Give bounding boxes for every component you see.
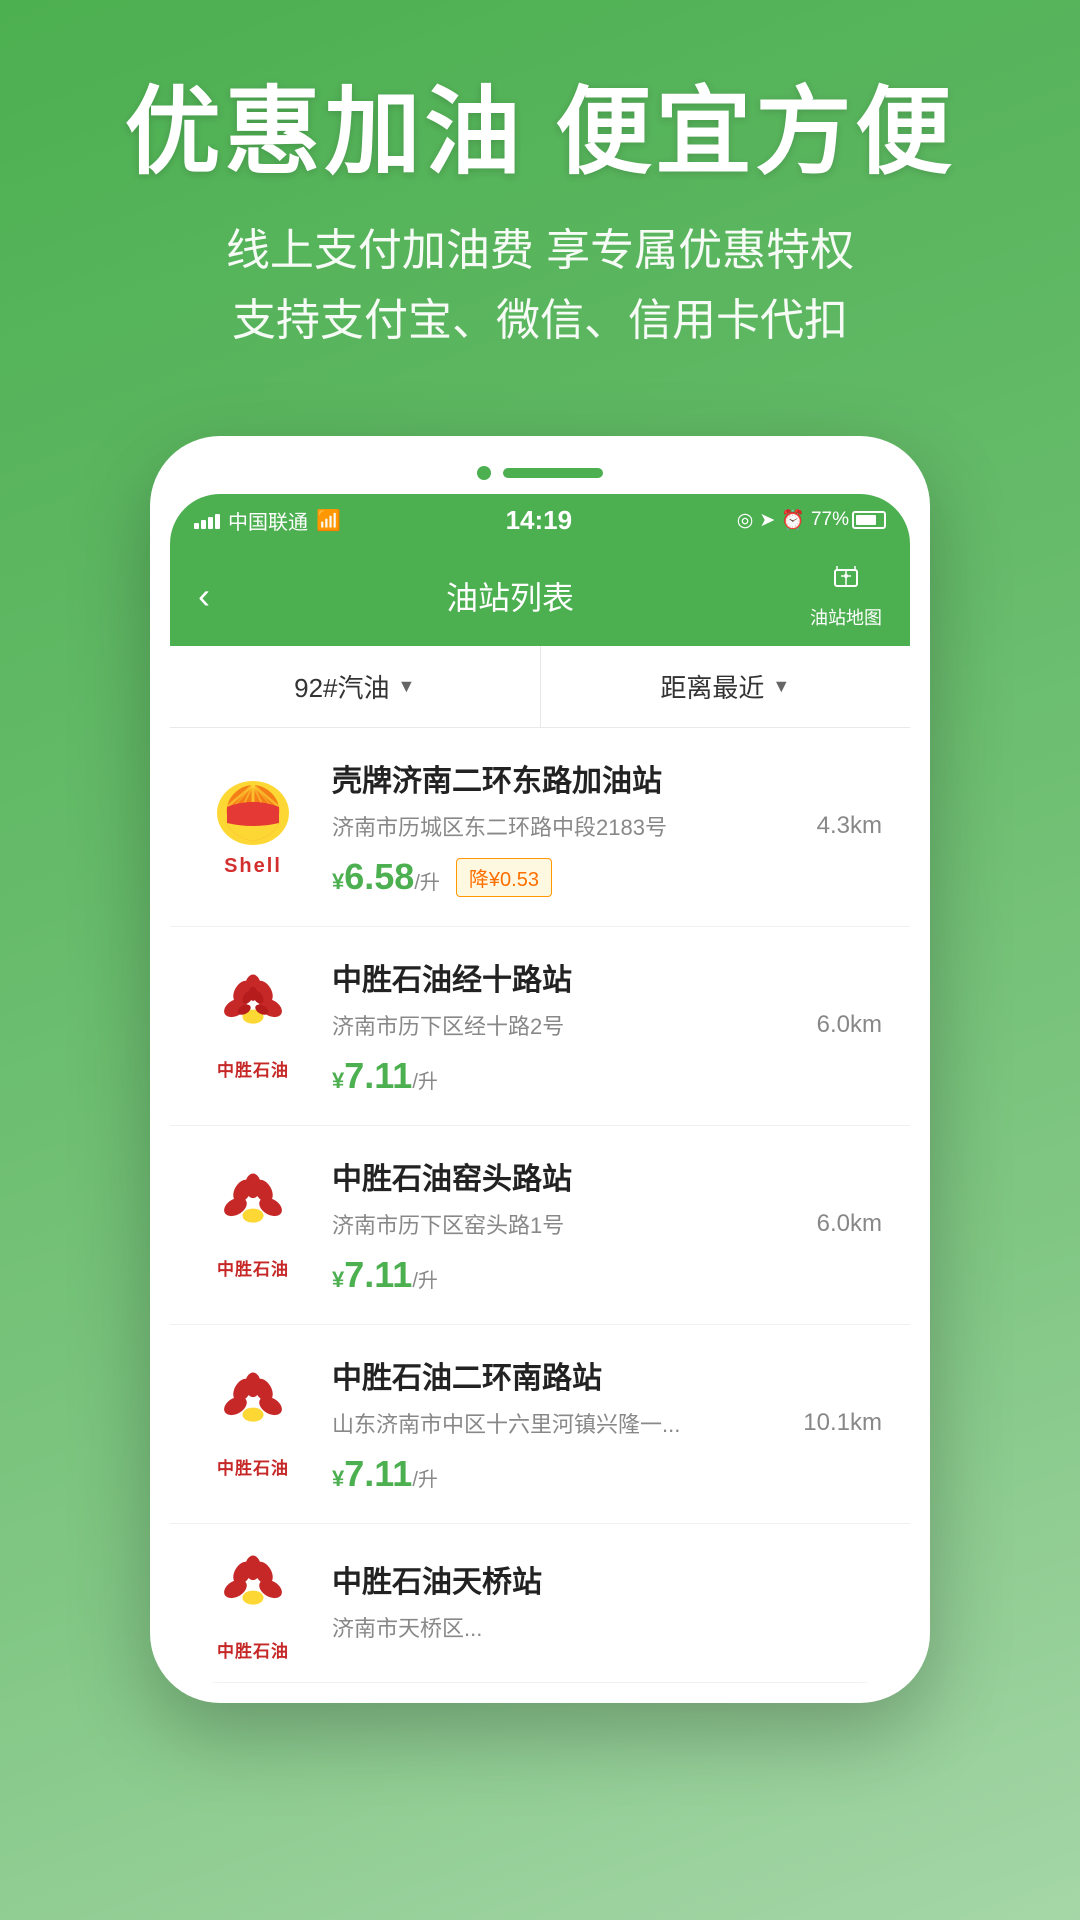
sort-filter[interactable]: 距离最近 ▼ bbox=[541, 646, 911, 727]
station-4-address-row: 山东济南市中区十六里河镇兴隆一... 10.1km bbox=[332, 1407, 882, 1439]
station-2-price: ¥7.11/升 bbox=[332, 1055, 438, 1097]
station-3-address: 济南市历下区窑头路1号 bbox=[332, 1208, 805, 1240]
zhongsheng-logo-3: 中胜石油 bbox=[198, 1170, 308, 1280]
station-1-address: 济南市历城区东二环路中段2183号 bbox=[332, 810, 805, 842]
station-2-info: 中胜石油经十路站 济南市历下区经十路2号 6.0km ¥7.11/升 bbox=[332, 955, 882, 1097]
map-icon bbox=[831, 562, 861, 600]
station-4-address: 山东济南市中区十六里河镇兴隆一... bbox=[332, 1407, 791, 1439]
station-item-4[interactable]: 中胜石油 中胜石油二环南路站 山东济南市中区十六里河镇兴隆一... 10.1km… bbox=[170, 1325, 910, 1524]
zhongsheng-logo-4: 中胜石油 bbox=[198, 1369, 308, 1479]
station-1-info: 壳牌济南二环东路加油站 济南市历城区东二环路中段2183号 4.3km ¥6.5… bbox=[332, 756, 882, 898]
zhongsheng-emblem-3 bbox=[208, 1170, 298, 1249]
phone-dot bbox=[477, 466, 491, 480]
station-item-5[interactable]: 中胜石油 中胜石油天桥站 济南市天桥区... bbox=[170, 1524, 910, 1683]
station-4-price: ¥7.11/升 bbox=[332, 1453, 438, 1495]
filter-bar: 92#汽油 ▼ 距离最近 ▼ bbox=[170, 646, 910, 728]
station-1-distance: 4.3km bbox=[817, 812, 882, 840]
zhongsheng-logo-2: 中胜石油 bbox=[198, 971, 308, 1081]
signal-bar-1 bbox=[194, 523, 199, 529]
status-bar: 中国联通 📶 14:19 ◎ ➤ ⏰ 77% bbox=[170, 494, 910, 546]
station-4-distance: 10.1km bbox=[803, 1409, 882, 1437]
carrier-label: 中国联通 bbox=[228, 506, 308, 535]
map-label: 油站地图 bbox=[810, 604, 882, 630]
zhongsheng-brand-text-3: 中胜石油 bbox=[217, 1255, 289, 1280]
fuel-type-label: 92#汽油 bbox=[294, 668, 389, 705]
station-2-price-row: ¥7.11/升 bbox=[332, 1055, 882, 1097]
station-item-3[interactable]: 中胜石油 中胜石油窑头路站 济南市历下区窑头路1号 6.0km ¥7.11/升 bbox=[170, 1126, 910, 1325]
shell-brand-text: Shell bbox=[224, 855, 282, 878]
station-3-price: ¥7.11/升 bbox=[332, 1254, 438, 1296]
shell-emblem-svg bbox=[213, 777, 293, 849]
station-1-price-row: ¥6.58/升 降¥0.53 bbox=[332, 856, 882, 898]
sort-arrow: ▼ bbox=[772, 676, 790, 697]
zhongsheng-logo-5: 中胜石油 bbox=[198, 1552, 308, 1662]
station-3-price-row: ¥7.11/升 bbox=[332, 1254, 882, 1296]
sort-label: 距离最近 bbox=[660, 668, 764, 705]
station-item-2[interactable]: 中胜石油 中胜石油经十路站 济南市历下区经十路2号 6.0km ¥7.11/升 bbox=[170, 927, 910, 1126]
hero-subtitle-line1: 线上支付加油费 享专属优惠特权 bbox=[60, 216, 1020, 286]
alarm-icon: ⏰ bbox=[781, 508, 805, 532]
shell-logo: Shell bbox=[198, 772, 308, 882]
hero-section: 优惠加油 便宜方便 线上支付加油费 享专属优惠特权 支持支付宝、微信、信用卡代扣 bbox=[0, 0, 1080, 396]
station-4-name: 中胜石油二环南路站 bbox=[332, 1353, 882, 1397]
nav-bar: ‹ 油站列表 油站地图 bbox=[170, 546, 910, 646]
station-2-address-row: 济南市历下区经十路2号 6.0km bbox=[332, 1009, 882, 1041]
stations-list: Shell 壳牌济南二环东路加油站 济南市历城区东二环路中段2183号 4.3k… bbox=[170, 728, 910, 1683]
status-time: 14:19 bbox=[506, 505, 573, 536]
battery: 77% bbox=[811, 509, 886, 531]
location-icon: ◎ bbox=[737, 509, 754, 532]
battery-body bbox=[852, 511, 886, 529]
station-1-discount: 降¥0.53 bbox=[456, 858, 552, 897]
station-4-price-row: ¥7.11/升 bbox=[332, 1453, 882, 1495]
battery-percent: 77% bbox=[811, 509, 849, 531]
station-5-name: 中胜石油天桥站 bbox=[332, 1557, 882, 1601]
station-2-distance: 6.0km bbox=[817, 1011, 882, 1039]
fuel-type-filter[interactable]: 92#汽油 ▼ bbox=[170, 646, 541, 727]
hero-subtitle: 线上支付加油费 享专属优惠特权 支持支付宝、微信、信用卡代扣 bbox=[60, 216, 1020, 357]
hero-title: 优惠加油 便宜方便 bbox=[60, 80, 1020, 186]
phone-screen: 中国联通 📶 14:19 ◎ ➤ ⏰ 77% bbox=[170, 494, 910, 1683]
signal-bars bbox=[194, 511, 220, 529]
zhongsheng-brand-text-5: 中胜石油 bbox=[217, 1637, 289, 1662]
station-2-address: 济南市历下区经十路2号 bbox=[332, 1009, 805, 1041]
status-left: 中国联通 📶 bbox=[194, 506, 341, 535]
station-5-info: 中胜石油天桥站 济南市天桥区... bbox=[332, 1557, 882, 1657]
signal-bar-2 bbox=[201, 520, 206, 529]
station-item-1[interactable]: Shell 壳牌济南二环东路加油站 济南市历城区东二环路中段2183号 4.3k… bbox=[170, 728, 910, 927]
station-3-address-row: 济南市历下区窑头路1号 6.0km bbox=[332, 1208, 882, 1240]
phone-mockup: 中国联通 📶 14:19 ◎ ➤ ⏰ 77% bbox=[150, 436, 930, 1703]
hero-subtitle-line2: 支持支付宝、微信、信用卡代扣 bbox=[60, 286, 1020, 356]
station-1-price: ¥6.58/升 bbox=[332, 856, 440, 898]
station-5-address-row: 济南市天桥区... bbox=[332, 1611, 882, 1643]
station-2-name: 中胜石油经十路站 bbox=[332, 955, 882, 999]
station-1-name: 壳牌济南二环东路加油站 bbox=[332, 756, 882, 800]
battery-fill bbox=[856, 515, 876, 525]
station-4-info: 中胜石油二环南路站 山东济南市中区十六里河镇兴隆一... 10.1km ¥7.1… bbox=[332, 1353, 882, 1495]
nav-title: 油站列表 bbox=[446, 573, 574, 619]
station-3-name: 中胜石油窑头路站 bbox=[332, 1154, 882, 1198]
map-button[interactable]: 油站地图 bbox=[810, 562, 882, 630]
station-5-address: 济南市天桥区... bbox=[332, 1611, 882, 1643]
wifi-icon: 📶 bbox=[316, 508, 341, 533]
station-3-distance: 6.0km bbox=[817, 1210, 882, 1238]
zhongsheng-emblem-4 bbox=[208, 1369, 298, 1448]
station-3-info: 中胜石油窑头路站 济南市历下区窑头路1号 6.0km ¥7.11/升 bbox=[332, 1154, 882, 1296]
phone-speaker bbox=[503, 468, 603, 478]
fuel-type-arrow: ▼ bbox=[398, 676, 416, 697]
zhongsheng-emblem-5 bbox=[208, 1552, 298, 1631]
zhongsheng-brand-text-2: 中胜石油 bbox=[217, 1056, 289, 1081]
signal-bar-3 bbox=[208, 517, 213, 529]
phone-notch bbox=[170, 456, 910, 494]
status-right: ◎ ➤ ⏰ 77% bbox=[737, 508, 886, 532]
station-1-address-row: 济南市历城区东二环路中段2183号 4.3km bbox=[332, 810, 882, 842]
navigation-icon: ➤ bbox=[759, 509, 775, 532]
back-button[interactable]: ‹ bbox=[198, 575, 210, 617]
zhongsheng-emblem-2 bbox=[208, 971, 298, 1050]
phone-mockup-wrapper: 中国联通 📶 14:19 ◎ ➤ ⏰ 77% bbox=[0, 436, 1080, 1763]
signal-bar-4 bbox=[215, 514, 220, 529]
zhongsheng-brand-text-4: 中胜石油 bbox=[217, 1454, 289, 1479]
